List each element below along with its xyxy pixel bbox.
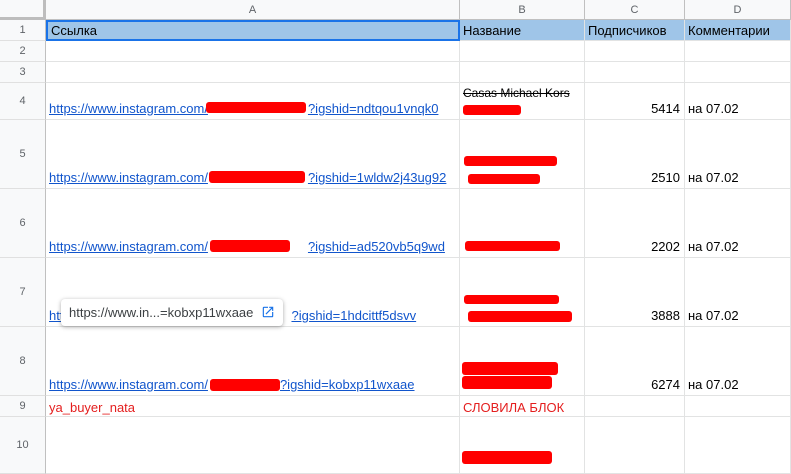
- cell-a9[interactable]: ya_buyer_nata: [46, 396, 460, 417]
- cell-b2[interactable]: [460, 41, 585, 62]
- cell-c2[interactable]: [585, 41, 685, 62]
- cell-b1[interactable]: Название: [460, 20, 585, 41]
- subscriber-count: 2510: [651, 170, 680, 185]
- select-all-corner[interactable]: [0, 0, 46, 20]
- link-preview-text[interactable]: https://www.in...=kobxp11wxaae: [69, 305, 253, 320]
- cell-b4[interactable]: Casas Michael Kors: [460, 83, 585, 120]
- row-header-3[interactable]: 3: [0, 62, 46, 83]
- row-header-8[interactable]: 8: [0, 327, 46, 396]
- blocked-status: СЛОВИЛА БЛОК: [463, 400, 565, 415]
- row-header-6[interactable]: 6: [0, 189, 46, 258]
- redaction-mark: [462, 376, 552, 389]
- header-name-label: Название: [463, 22, 522, 38]
- redaction-mark: [210, 240, 290, 252]
- cell-d1[interactable]: Комментарии: [685, 20, 791, 41]
- link-preview-tooltip[interactable]: https://www.in...=kobxp11wxaae: [61, 299, 283, 326]
- cell-c8[interactable]: 6274: [585, 327, 685, 396]
- comment-text: на 07.02: [688, 377, 739, 392]
- comment-text: на 07.02: [688, 170, 739, 185]
- subscriber-count: 2202: [651, 239, 680, 254]
- subscriber-count: 6274: [651, 377, 680, 392]
- username-text: ya_buyer_nata: [49, 400, 136, 415]
- open-in-new-icon[interactable]: [261, 305, 275, 319]
- cell-a10[interactable]: [46, 417, 460, 474]
- cell-d6[interactable]: на 07.02: [685, 189, 791, 258]
- cell-c10[interactable]: [585, 417, 685, 474]
- cell-b9[interactable]: СЛОВИЛА БЛОК: [460, 396, 585, 417]
- cell-a4[interactable]: https://www.instagram.com/?igshid=ndtqou…: [46, 83, 460, 120]
- redaction-mark: [468, 174, 540, 184]
- comment-text: на 07.02: [688, 239, 739, 254]
- redaction-mark: [462, 451, 552, 464]
- cell-c4[interactable]: 5414: [585, 83, 685, 120]
- header-subs-label: Подписчиков: [588, 22, 667, 38]
- cell-b6[interactable]: [460, 189, 585, 258]
- row-header-2[interactable]: 2: [0, 41, 46, 62]
- cell-a3[interactable]: [46, 62, 460, 83]
- cell-c6[interactable]: 2202: [585, 189, 685, 258]
- cell-a1[interactable]: Ссылка: [46, 20, 460, 41]
- cell-c7[interactable]: 3888: [585, 258, 685, 327]
- redaction-mark: [463, 105, 521, 115]
- subscriber-count: 5414: [651, 101, 680, 116]
- cell-b10[interactable]: [460, 417, 585, 474]
- header-link-label: Ссылка: [51, 23, 98, 38]
- cell-a2[interactable]: [46, 41, 460, 62]
- cell-d2[interactable]: [685, 41, 791, 62]
- cell-a8[interactable]: https://www.instagram.com/?igshid=kobxp1…: [46, 327, 460, 396]
- redaction-mark: [210, 379, 280, 391]
- cell-b8[interactable]: [460, 327, 585, 396]
- row-header-10[interactable]: 10: [0, 417, 46, 474]
- comment-text: на 07.02: [688, 101, 739, 116]
- redaction-mark: [209, 171, 305, 183]
- cell-c1[interactable]: Подписчиков: [585, 20, 685, 41]
- cell-d9[interactable]: [685, 396, 791, 417]
- redaction-mark: [206, 102, 306, 113]
- cell-c5[interactable]: 2510: [585, 120, 685, 189]
- column-header-d[interactable]: D: [685, 0, 791, 20]
- row-header-5[interactable]: 5: [0, 120, 46, 189]
- column-header-a[interactable]: A: [46, 0, 460, 20]
- cell-a5[interactable]: https://www.instagram.com/?igshid=1wldw2…: [46, 120, 460, 189]
- cell-a6[interactable]: https://www.instagram.com/?igshid=ad520v…: [46, 189, 460, 258]
- redaction-mark: [464, 295, 559, 304]
- header-comments-label: Комментарии: [688, 22, 770, 38]
- column-header-b[interactable]: B: [460, 0, 585, 20]
- redaction-mark: [465, 241, 560, 251]
- column-header-c[interactable]: C: [585, 0, 685, 20]
- cell-d4[interactable]: на 07.02: [685, 83, 791, 120]
- redaction-mark: [462, 362, 558, 375]
- row-header-1[interactable]: 1: [0, 20, 46, 41]
- cell-d5[interactable]: на 07.02: [685, 120, 791, 189]
- comment-text: на 07.02: [688, 308, 739, 323]
- cell-c3[interactable]: [585, 62, 685, 83]
- cell-d3[interactable]: [685, 62, 791, 83]
- cell-d8[interactable]: на 07.02: [685, 327, 791, 396]
- redaction-mark: [464, 156, 557, 166]
- row-header-7[interactable]: 7: [0, 258, 46, 327]
- cell-b5[interactable]: [460, 120, 585, 189]
- cell-d7[interactable]: на 07.02: [685, 258, 791, 327]
- cell-b3[interactable]: [460, 62, 585, 83]
- cell-d10[interactable]: [685, 417, 791, 474]
- redaction-mark: [468, 311, 572, 322]
- row-header-4[interactable]: 4: [0, 83, 46, 120]
- spreadsheet-grid: A B C D 1 2 3 4 5 6 7 8 9 10 Ссылка Назв…: [0, 0, 791, 474]
- cell-c9[interactable]: [585, 396, 685, 417]
- row-header-9[interactable]: 9: [0, 396, 46, 417]
- cell-b7[interactable]: [460, 258, 585, 327]
- account-name: Casas Michael Kors: [463, 86, 570, 100]
- subscriber-count: 3888: [651, 308, 680, 323]
